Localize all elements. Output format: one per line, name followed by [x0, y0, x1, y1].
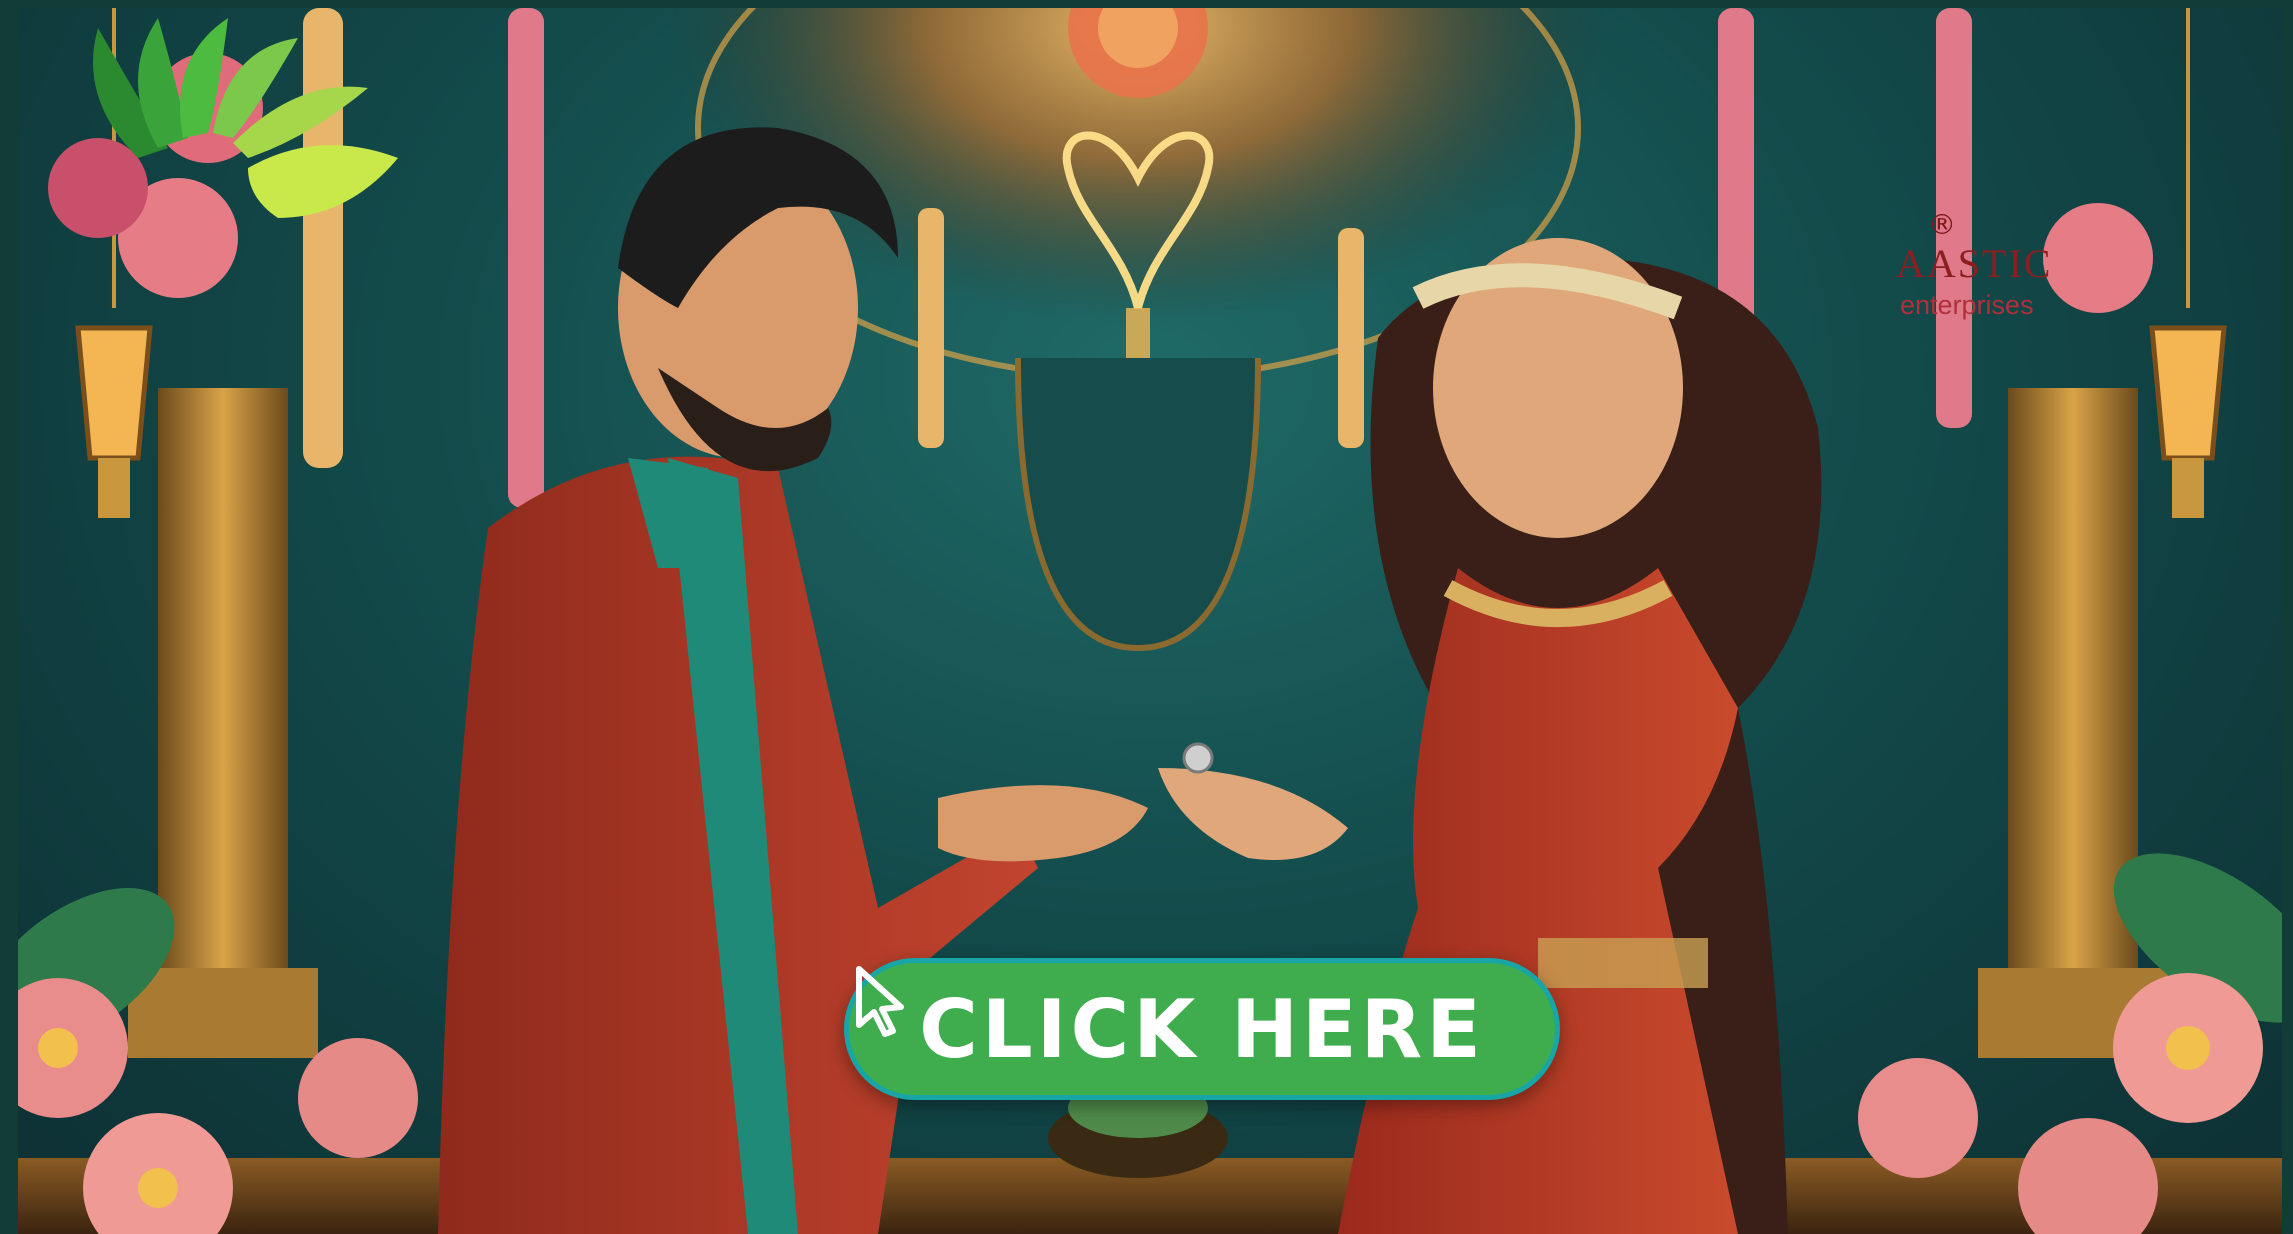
logo-brand-text: AASTIC — [1896, 241, 2053, 286]
click-here-button[interactable]: CLICK HERE — [844, 958, 1560, 1100]
ring-ceremony-illustration: ® AASTIC enterprises CLICK HERE — [18, 8, 2282, 1234]
logo-sub-text: enterprises — [1900, 290, 2034, 320]
cursor-arrow-icon — [856, 966, 904, 1037]
click-here-label: CLICK HERE — [919, 982, 1485, 1076]
banner-frame: ® AASTIC enterprises CLICK HERE — [0, 0, 2293, 1234]
registered-mark: ® — [1928, 208, 1956, 241]
leaf-fan-logo — [93, 18, 398, 218]
